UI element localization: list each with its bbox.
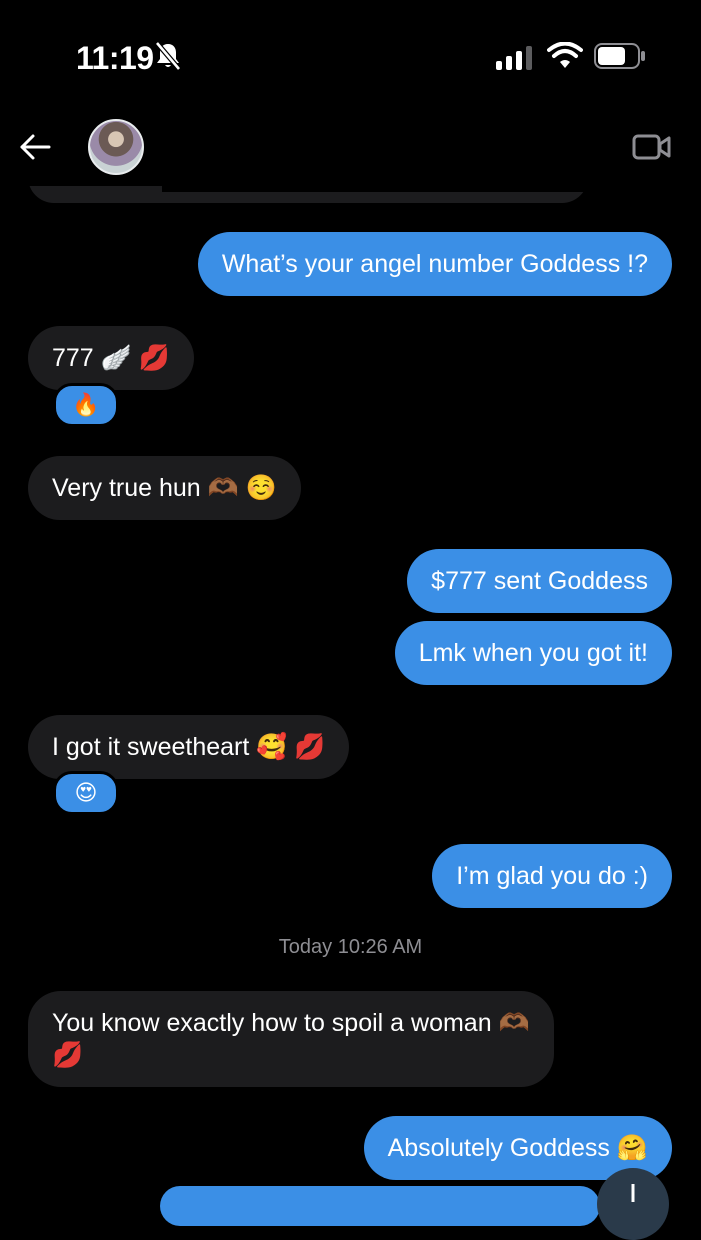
sent-message-bubble[interactable]: I’m glad you do :) [432,844,672,908]
partial-sent-bubble [160,1186,600,1226]
received-message-bubble[interactable]: I got it sweetheart 🥰 💋 [28,715,350,779]
sent-message-bubble[interactable]: $777 sent Goddess [407,549,672,613]
battery-icon [594,43,645,69]
sent-message-bubble[interactable]: What’s your angel number Goddess !? [197,232,672,296]
wifi-icon [547,42,583,68]
received-message-bubble[interactable]: 777 🪽 💋 [28,326,194,390]
sent-message-bubble[interactable]: Lmk when you got it! [394,621,672,685]
message-reaction-badge[interactable]: 🔥 [53,383,119,427]
message-text-line: You know exactly how to spoil a woman 🫶🏾 [52,1009,530,1037]
received-message-bubble[interactable]: You know exactly how to spoil a woman 🫶🏾… [28,991,554,1087]
signal-icon [496,46,532,70]
plus-icon [631,1184,635,1202]
message-timestamp: Today 10:26 AM [278,936,423,958]
arrow-left-icon[interactable] [18,130,52,164]
avatar[interactable] [88,119,144,175]
new-message-fab[interactable] [597,1168,669,1240]
video-camera-icon[interactable] [632,132,672,162]
received-message-bubble[interactable]: Very true hun 🫶🏾 ☺️ [28,456,301,520]
bell-slash-icon [155,41,181,71]
message-text-line: 💋 [52,1041,84,1069]
message-reaction-badge[interactable]: 😍 [53,771,119,815]
status-time: 11:19 [76,40,154,76]
